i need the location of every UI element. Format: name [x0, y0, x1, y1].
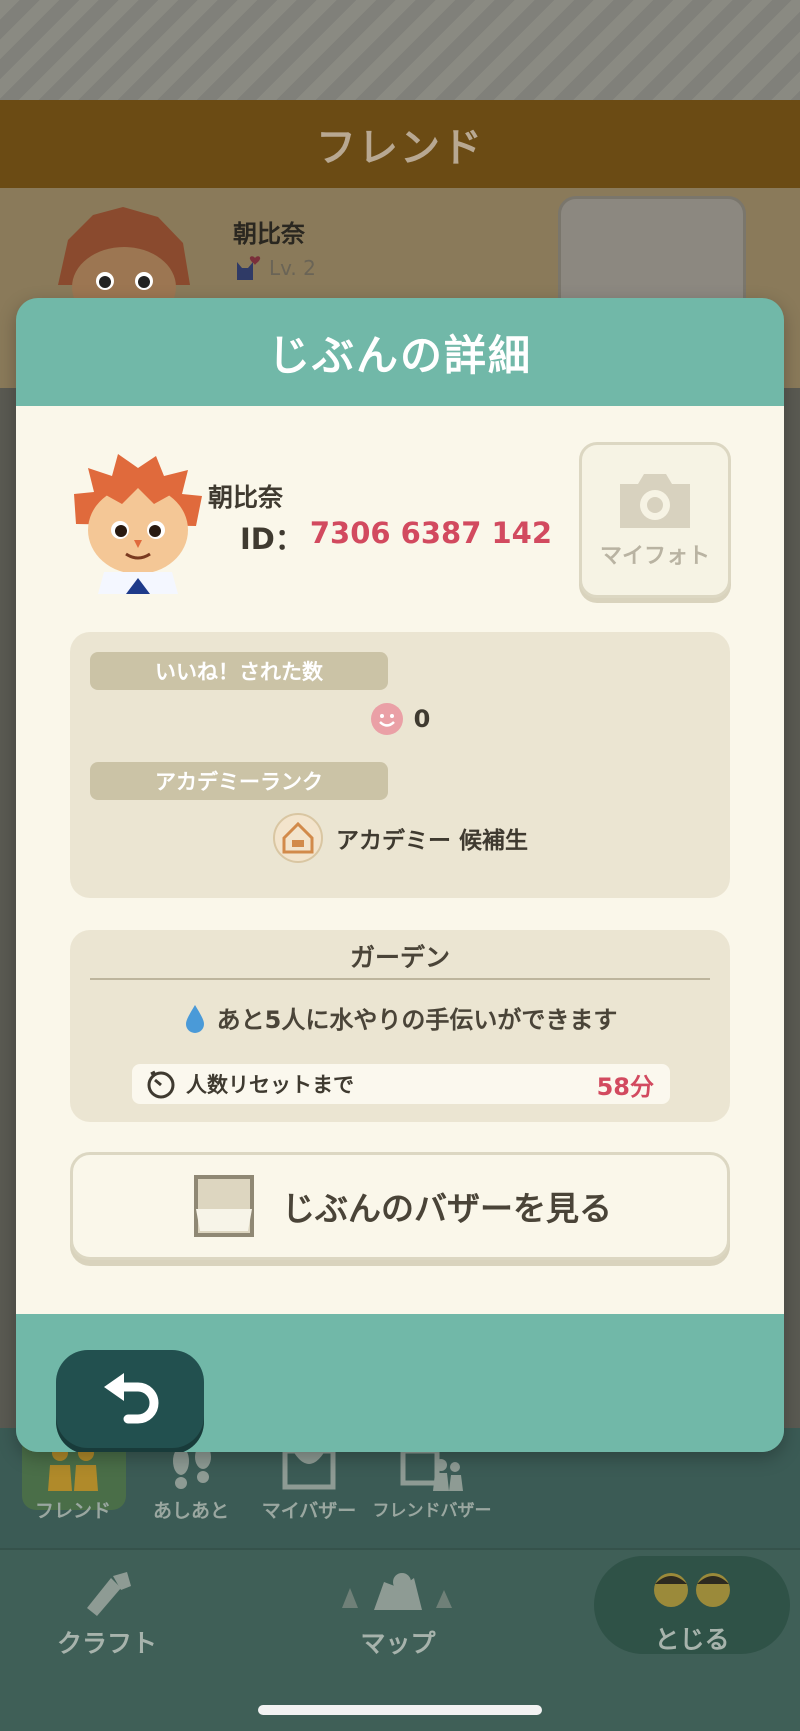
- player-id-label: ID：: [240, 522, 304, 556]
- camera-icon: [620, 474, 690, 528]
- modal-body: 朝比奈 ID： 7306 6387 142 マイフォト いいね！された数 0 ア…: [16, 406, 784, 1314]
- likes-label: いいね！された数: [90, 652, 388, 690]
- player-id-value: 7306 6387 142: [309, 516, 553, 550]
- friends-header: フレンド: [0, 100, 800, 188]
- reset-value: 58分: [596, 1072, 654, 1101]
- player-id: ID： 7306 6387 142: [240, 516, 552, 558]
- modal-title: じぶんの詳細: [267, 330, 532, 380]
- reset-label: 人数リセットまで: [186, 1073, 354, 1097]
- tab-friend-bazaar-label: フレンドバザー: [372, 1501, 492, 1521]
- reset-timer-bar: 人数リセットまで 58分: [132, 1064, 670, 1104]
- likes-count-row: 0: [70, 702, 730, 736]
- close-label: とじる: [654, 1625, 730, 1654]
- friends-header-title: フレンド: [316, 125, 484, 171]
- garden-panel: ガーデン あと5人に水やりの手伝いができます 人数リセットまで 58分: [70, 930, 730, 1122]
- friend-level-text: Lv. 2: [269, 256, 316, 280]
- tab-friends[interactable]: フレンド: [18, 1440, 128, 1523]
- player-name: 朝比奈: [208, 483, 284, 512]
- background-pattern: [0, 0, 800, 100]
- craft-button[interactable]: クラフト: [42, 1568, 172, 1660]
- modal-footer: [16, 1314, 784, 1452]
- villagers-icon: [654, 1573, 730, 1607]
- my-photo-button[interactable]: マイフォト: [579, 442, 731, 598]
- cat-icon: [237, 256, 261, 280]
- map-icon: [342, 1573, 452, 1610]
- academy-badge-icon: [272, 813, 323, 863]
- tab-friend-bazaar[interactable]: フレンドバザー: [372, 1440, 492, 1521]
- watering-row: あと5人に水やりの手伝いができます: [70, 1000, 730, 1035]
- map-button[interactable]: マップ: [318, 1568, 478, 1660]
- back-arrow-icon: [104, 1373, 159, 1424]
- likes-count: 0: [413, 705, 431, 733]
- tab-my-bazaar[interactable]: マイバザー: [254, 1440, 364, 1523]
- close-button-content[interactable]: とじる: [612, 1568, 772, 1656]
- academy-rank-value: アカデミー 候補生: [335, 828, 528, 854]
- tab-my-bazaar-label: マイバザー: [261, 1500, 357, 1522]
- tab-friends-label: フレンド: [34, 1500, 111, 1522]
- craft-icon: [87, 1572, 131, 1616]
- craft-label: クラフト: [56, 1629, 157, 1658]
- back-button[interactable]: [56, 1350, 204, 1448]
- academy-rank-label: アカデミーランク: [90, 762, 388, 800]
- water-drop-icon: [185, 1004, 204, 1033]
- self-details-modal: じぶんの詳細 朝比奈 ID： 7306 6387 142 マイフォト いいね！さ…: [16, 298, 784, 1452]
- friend-level: Lv. 2: [233, 254, 316, 282]
- garden-title: ガーデン: [349, 943, 450, 972]
- academy-rank-row: アカデミー 候補生: [70, 812, 730, 864]
- map-label: マップ: [360, 1629, 436, 1658]
- stats-panel: いいね！された数 0 アカデミーランク アカデミー 候補生: [70, 632, 730, 898]
- smile-icon: [370, 703, 403, 735]
- friend-name: 朝比奈: [233, 220, 305, 248]
- tab-footprints[interactable]: あしあと: [136, 1440, 246, 1523]
- home-indicator: [258, 1705, 542, 1715]
- bazaar-box-icon: [194, 1175, 254, 1237]
- view-my-bazaar-button[interactable]: じぶんのバザーを見る: [70, 1152, 730, 1260]
- tab-footprints-label: あしあと: [152, 1500, 229, 1522]
- view-my-bazaar-label: じぶんのバザーを見る: [282, 1189, 612, 1228]
- watering-text: あと5人に水やりの手伝いができます: [216, 1006, 618, 1034]
- player-avatar: [74, 454, 202, 594]
- my-photo-label: マイフォト: [599, 544, 710, 569]
- modal-header: じぶんの詳細: [16, 298, 784, 406]
- timer-icon: [147, 1070, 175, 1099]
- garden-divider: [90, 978, 710, 980]
